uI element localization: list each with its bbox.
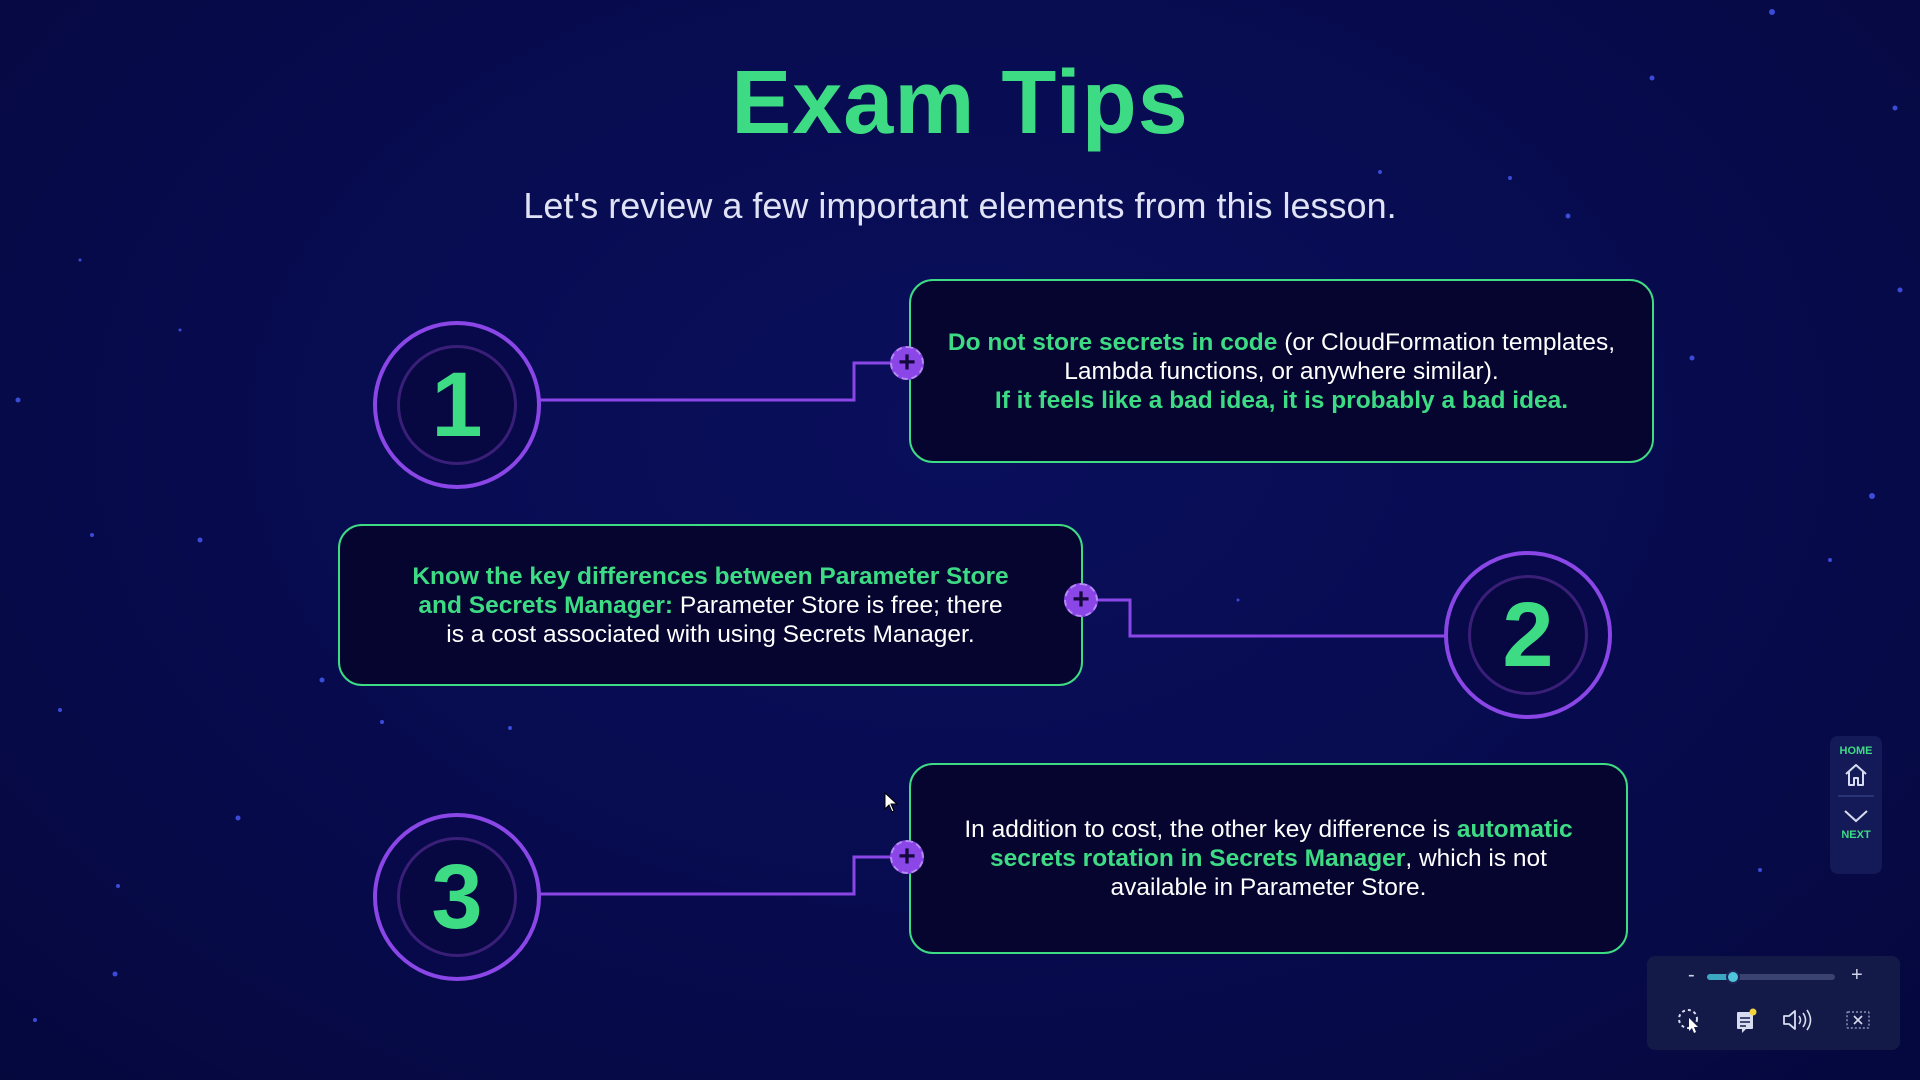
tip-3-text-1: In addition to cost, the other key diffe…	[964, 816, 1457, 843]
close-captions-icon[interactable]	[1843, 1006, 1873, 1034]
chevron-down-icon[interactable]	[1842, 807, 1870, 825]
home-label[interactable]: HOME	[1840, 745, 1873, 757]
pointer-select-icon[interactable]	[1675, 1006, 1705, 1034]
step-2-number: 2	[1468, 575, 1588, 695]
step-1-number: 1	[397, 345, 517, 465]
volume-minus-button[interactable]: -	[1688, 964, 1695, 987]
step-3-number: 3	[397, 837, 517, 957]
tip-2-card: Know the key differences between Paramet…	[338, 524, 1083, 686]
mouse-cursor-icon	[884, 792, 899, 813]
side-navigation: HOME NEXT	[1830, 736, 1882, 874]
tip-1-highlight-1: Do not store secrets in code	[947, 328, 1278, 356]
next-label[interactable]: NEXT	[1841, 829, 1870, 841]
tip-3-text: In addition to cost, the other key diffe…	[947, 815, 1590, 902]
tip-1-text: Do not store secrets in code (or CloudFo…	[935, 328, 1628, 415]
tip-1-highlight-2: If it feels like a bad idea, it is proba…	[994, 386, 1569, 414]
volume-slider-knob[interactable]	[1725, 970, 1740, 984]
tip-1-expand-plus-icon[interactable]: +	[890, 346, 924, 380]
volume-icon[interactable]	[1781, 1006, 1815, 1034]
player-controls: - +	[1647, 956, 1900, 1050]
notes-icon[interactable]	[1734, 1006, 1760, 1034]
volume-plus-button[interactable]: +	[1851, 964, 1863, 987]
tip-2-text: Know the key differences between Paramet…	[410, 562, 1011, 649]
home-icon[interactable]	[1842, 761, 1870, 789]
step-1-circle: 1	[373, 321, 541, 489]
step-3-circle: 3	[373, 813, 541, 981]
tip-1-card: Do not store secrets in code (or CloudFo…	[909, 279, 1654, 463]
nav-divider	[1838, 795, 1874, 797]
tip-2-expand-plus-icon[interactable]: +	[1064, 583, 1098, 617]
tip-3-expand-plus-icon[interactable]: +	[890, 840, 924, 874]
step-2-circle: 2	[1444, 551, 1612, 719]
tip-3-card: In addition to cost, the other key diffe…	[909, 763, 1628, 954]
